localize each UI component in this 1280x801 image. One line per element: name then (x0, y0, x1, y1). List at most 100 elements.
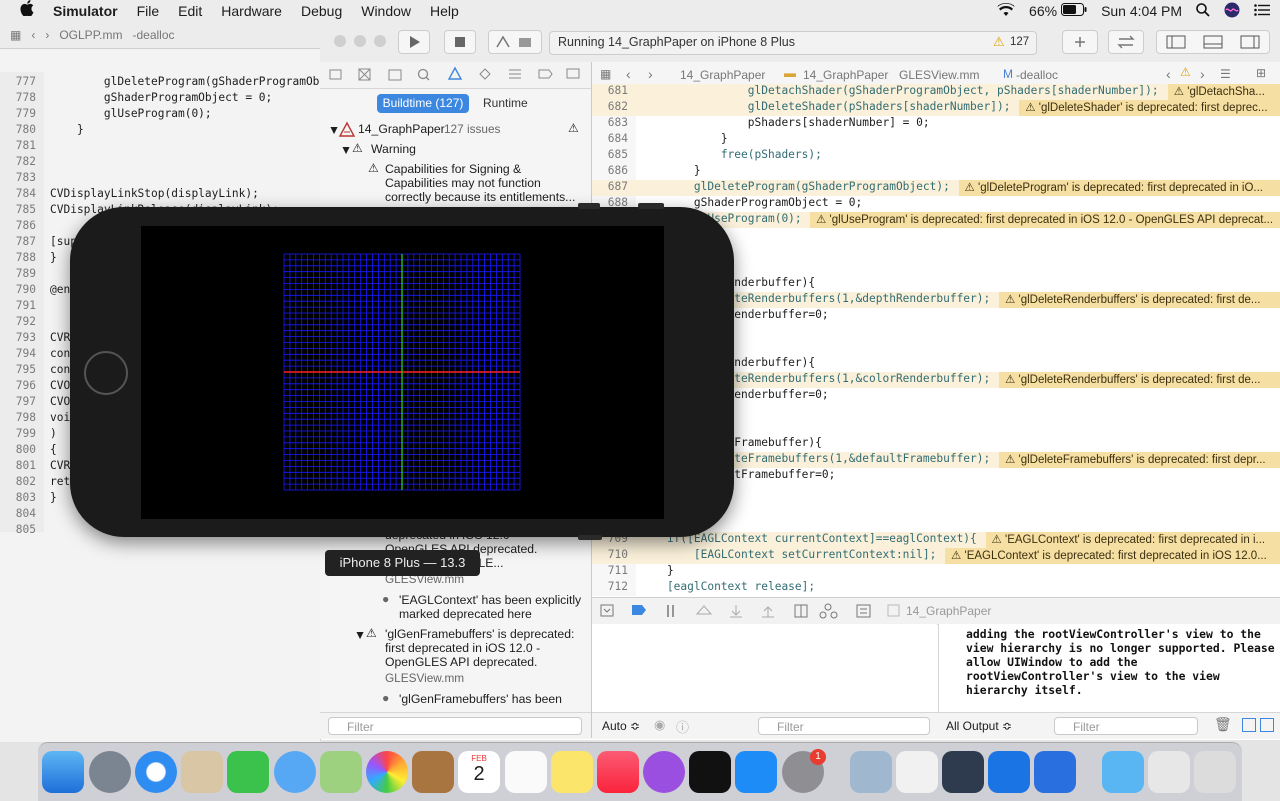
code-line[interactable]: } (640, 164, 701, 177)
simulator-icon[interactable] (1034, 751, 1076, 793)
finder-icon[interactable] (42, 751, 84, 793)
code-line[interactable]: [eaglContext release]; (640, 580, 815, 593)
variables-view[interactable] (592, 624, 937, 716)
auto-selector[interactable]: Auto ≎ (602, 719, 640, 733)
code-review-button[interactable] (1108, 30, 1144, 54)
volume-button[interactable] (638, 203, 664, 209)
add-library-button[interactable] (1062, 30, 1098, 54)
crumb-project[interactable]: 14_GraphPaper (680, 68, 765, 82)
editor-options-icon[interactable]: ☰ (1220, 67, 1231, 81)
issue-glgenframebuffers[interactable]: 'glGenFramebuffers' is deprecated: first… (385, 627, 580, 669)
back-arrow-icon[interactable]: ‹ (31, 28, 35, 42)
activity-view[interactable]: Running 14_GraphPaper on iPhone 8 Plus ⚠… (549, 31, 1037, 55)
crumb-method[interactable]: -dealloc (1016, 68, 1058, 82)
back-arrow-icon[interactable]: ‹ (626, 66, 631, 82)
file-crumb[interactable]: OGLPP.mm (59, 28, 122, 42)
code-line[interactable]: } (50, 123, 84, 136)
run-button[interactable] (398, 30, 430, 54)
menu-debug[interactable]: Debug (301, 0, 342, 22)
facetime-icon[interactable] (227, 751, 269, 793)
menu-help[interactable]: Help (430, 0, 459, 22)
console-filter-input[interactable]: Filter (1054, 717, 1198, 735)
code-line[interactable]: { (50, 443, 57, 456)
quicktime-icon[interactable] (942, 751, 984, 793)
issue-file[interactable]: GLESView.mm (385, 671, 464, 685)
code-line[interactable]: CVDisplayLinkStop(displayLink); (50, 187, 259, 200)
inline-warning[interactable]: ⚠ 'glDeleteRenderbuffers' is deprecated:… (999, 292, 1280, 308)
forward-arrow-icon[interactable]: › (648, 66, 653, 82)
textedit-icon[interactable] (896, 751, 938, 793)
forward-arrow-icon[interactable]: › (45, 28, 49, 42)
code-line[interactable]: glUseProgram(0); (50, 107, 212, 120)
trash-icon[interactable] (1194, 751, 1236, 793)
inline-warning[interactable]: ⚠ 'glDeleteFramebuffers' is deprecated: … (999, 452, 1280, 468)
volume-button[interactable] (578, 535, 602, 540)
code-line[interactable]: glDeleteShader(pShaders[shaderNumber]); (640, 100, 1010, 113)
console-output[interactable]: adding the rootViewController's view to … (966, 627, 1274, 697)
group-warning[interactable]: Warning (371, 142, 416, 156)
clock[interactable]: Sun 4:04 PM (1101, 3, 1182, 19)
disclosure-triangle-icon[interactable]: ▼ (354, 628, 366, 642)
navigator-filter-input[interactable]: Filter (328, 717, 582, 735)
info-circle-icon[interactable]: ⓘ (676, 717, 689, 736)
inline-warning[interactable]: ⚠ 'glUseProgram' is deprecated: first de… (810, 212, 1280, 228)
documents-stack-icon[interactable] (1148, 751, 1190, 793)
code-line[interactable]: glDetachShader(gShaderProgramObject, pSh… (640, 84, 1159, 97)
issue-capabilities[interactable]: Capabilities for Signing & Capabilities … (385, 162, 580, 204)
code-line[interactable]: glDeleteProgram(gShaderProgramObj (50, 75, 326, 88)
code-line[interactable]: [EAGLContext setCurrentContext:nil]; (640, 548, 936, 561)
preview-icon[interactable] (850, 751, 892, 793)
eye-icon[interactable]: ◉ (654, 717, 665, 733)
debug-target[interactable]: 14_GraphPaper (906, 604, 991, 618)
apple-menu-icon[interactable] (20, 0, 34, 23)
project-name[interactable]: 14_GraphPaper (358, 122, 445, 136)
code-line[interactable]: } (640, 564, 674, 577)
symbol-crumb[interactable]: -dealloc (132, 28, 174, 42)
mail-icon[interactable] (181, 751, 223, 793)
music-icon[interactable] (597, 751, 639, 793)
downloads-folder-icon[interactable] (1102, 751, 1144, 793)
code-line[interactable]: } (50, 251, 57, 264)
home-button[interactable] (84, 351, 128, 395)
split-editor-icon[interactable]: ⊞ (1256, 66, 1266, 80)
reminders-icon[interactable] (505, 751, 547, 793)
side-button[interactable] (578, 203, 600, 209)
safari-icon[interactable] (135, 751, 177, 793)
inline-warning[interactable]: ⚠ 'EAGLContext' is deprecated: first dep… (945, 548, 1280, 564)
code-line[interactable]: ) (50, 427, 57, 440)
code-line[interactable]: } (50, 491, 57, 504)
simulator-screen[interactable] (141, 226, 664, 519)
tab-buildtime[interactable]: Buildtime (127) (377, 94, 469, 113)
inline-warning[interactable]: ⚠ 'glDeleteShader' is deprecated: first … (1019, 100, 1280, 116)
note-eaglcontext[interactable]: 'EAGLContext' has been explicitly marked… (399, 593, 584, 623)
crumb-group[interactable]: 14_GraphPaper (803, 68, 888, 82)
split-left-icon[interactable] (1242, 718, 1256, 732)
code-line[interactable]: free(pShaders); (640, 148, 822, 161)
code-line[interactable]: gShaderProgramObject = 0; (50, 91, 272, 104)
spotlight-search-icon[interactable] (1196, 3, 1210, 20)
panel-toggles[interactable] (1156, 30, 1270, 54)
zoom-window-button[interactable] (374, 35, 386, 47)
podcasts-icon[interactable] (643, 751, 685, 793)
notification-center-icon[interactable] (1254, 3, 1270, 19)
xcode-icon[interactable] (988, 751, 1030, 793)
navigator-tabs-icon[interactable] (320, 62, 591, 88)
battery-icon[interactable] (1061, 3, 1087, 19)
variables-filter-input[interactable]: Filter (758, 717, 930, 735)
launchpad-icon[interactable] (89, 751, 131, 793)
stop-button[interactable] (444, 30, 476, 54)
messages-icon[interactable] (274, 751, 316, 793)
close-window-button[interactable] (334, 35, 346, 47)
prev-issue-icon[interactable]: ‹ (1166, 66, 1171, 82)
siri-icon[interactable] (1224, 2, 1240, 21)
code-line[interactable]: pShaders[shaderNumber] = 0; (640, 116, 930, 129)
inline-warning[interactable]: ⚠ 'glDetachSha... (1168, 84, 1280, 100)
all-output-selector[interactable]: All Output ≎ (946, 719, 1012, 733)
disclosure-triangle-icon[interactable]: ▼ (340, 143, 352, 157)
split-right-icon[interactable] (1260, 718, 1274, 732)
battery-percent[interactable]: 66% (1029, 3, 1057, 19)
related-items-icon[interactable]: ▦ (600, 67, 611, 81)
trash-icon[interactable]: 🗑 (1214, 716, 1232, 733)
inline-warning[interactable]: ⚠ 'EAGLContext' is deprecated: first dep… (986, 532, 1280, 548)
minimize-window-button[interactable] (354, 35, 366, 47)
